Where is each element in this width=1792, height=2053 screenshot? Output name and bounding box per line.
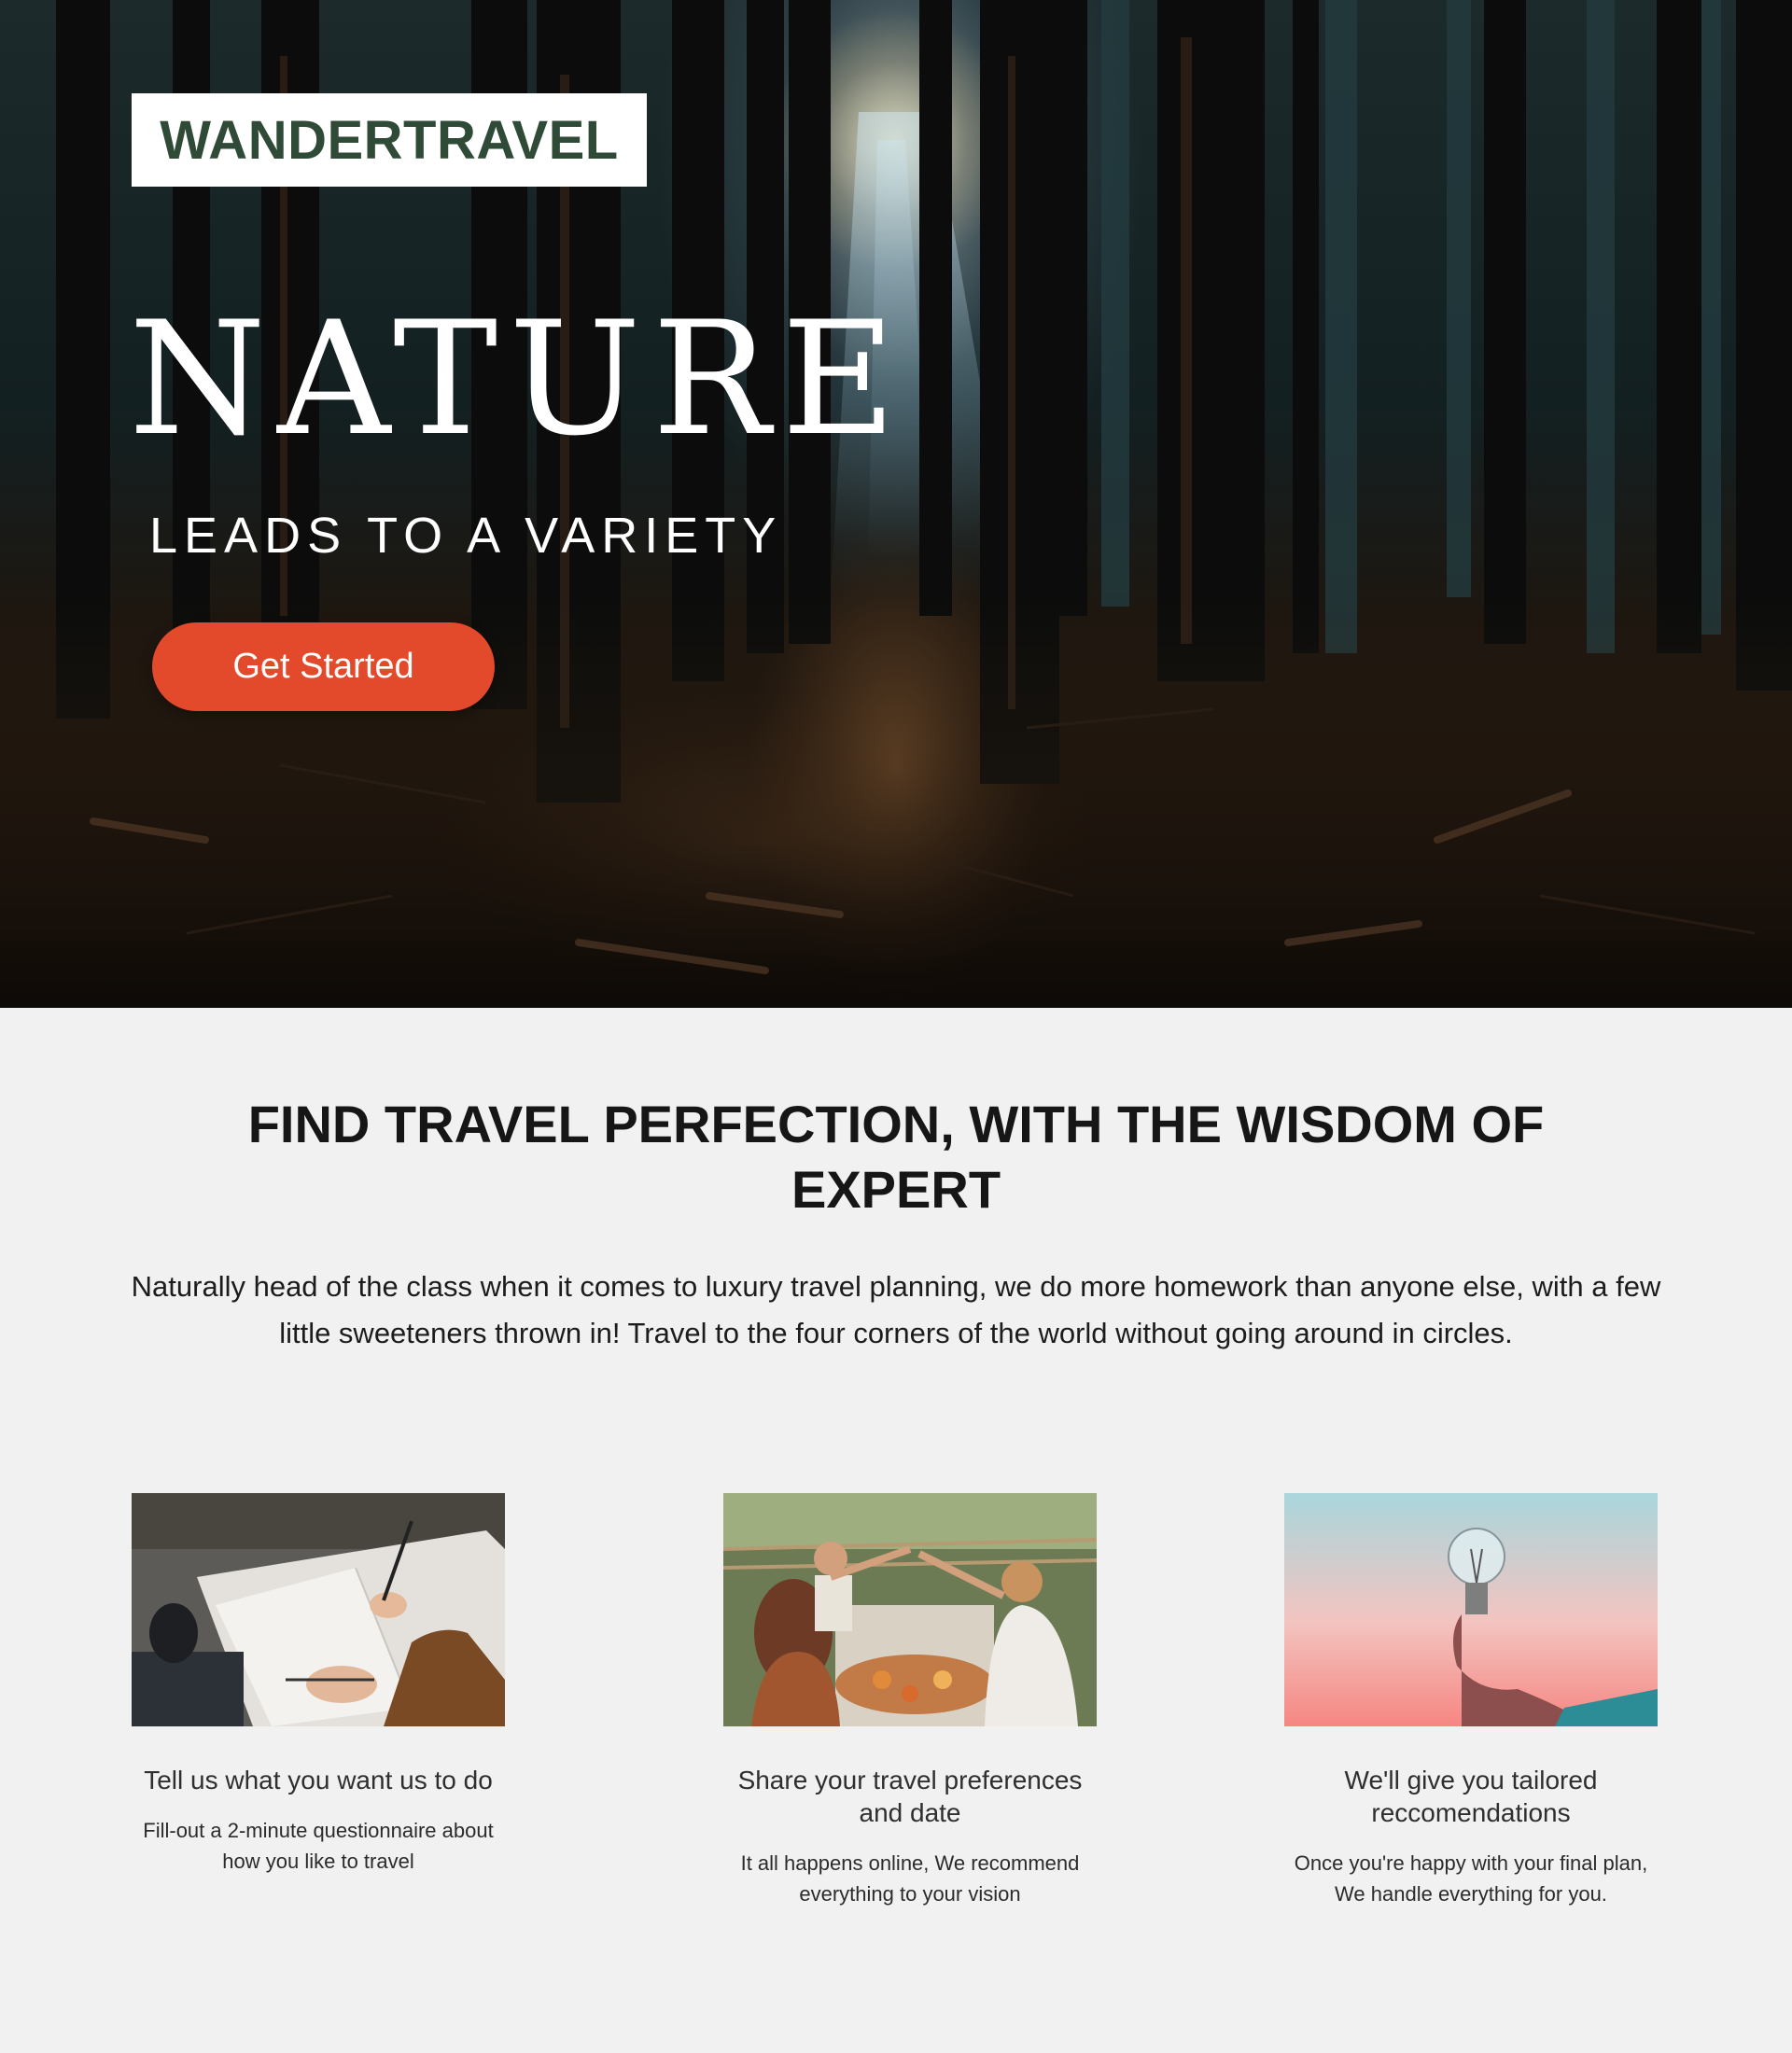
- feature-card-questionnaire: Tell us what you want us to do Fill-out …: [132, 1493, 505, 1877]
- features-section: Tell us what you want us to do Fill-out …: [0, 1493, 1792, 2016]
- intro-paragraph: Naturally head of the class when it come…: [131, 1270, 1661, 1349]
- feature-description: It all happens online, We recommend ever…: [740, 1851, 1080, 1906]
- brand-logo-text: WANDERTRAVEL: [160, 109, 619, 171]
- intro-heading: FIND TRAVEL PERFECTION, WITH THE WISDOM …: [247, 1095, 1545, 1219]
- hero-subtitle: LEADS TO A VARIETY: [149, 508, 783, 564]
- feature-title: Share your travel preferences and date: [737, 1766, 1083, 1827]
- feature-title: We'll give you tailored reccomendations: [1344, 1766, 1598, 1827]
- writing-notebook-photo: [132, 1493, 505, 1726]
- feature-title: Tell us what you want us to do: [144, 1766, 493, 1795]
- feature-card-recommendations: We'll give you tailored reccomendations …: [1284, 1493, 1658, 1909]
- lightbulb-photo: [1284, 1493, 1658, 1726]
- feature-description: Once you're happy with your final plan, …: [1294, 1851, 1648, 1906]
- feature-description: Fill-out a 2-minute questionnaire about …: [143, 1819, 494, 1873]
- get-started-button[interactable]: Get Started: [152, 622, 495, 711]
- feature-card-preferences: Share your travel preferences and date I…: [723, 1493, 1097, 1909]
- hero-section: WANDERTRAVEL NATURE LEADS TO A VARIETY G…: [0, 0, 1792, 1008]
- friends-dinner-photo: [723, 1493, 1097, 1726]
- hero-title: NATURE: [129, 287, 907, 470]
- intro-section: FIND TRAVEL PERFECTION, WITH THE WISDOM …: [0, 1092, 1792, 1357]
- brand-logo[interactable]: WANDERTRAVEL: [132, 93, 647, 187]
